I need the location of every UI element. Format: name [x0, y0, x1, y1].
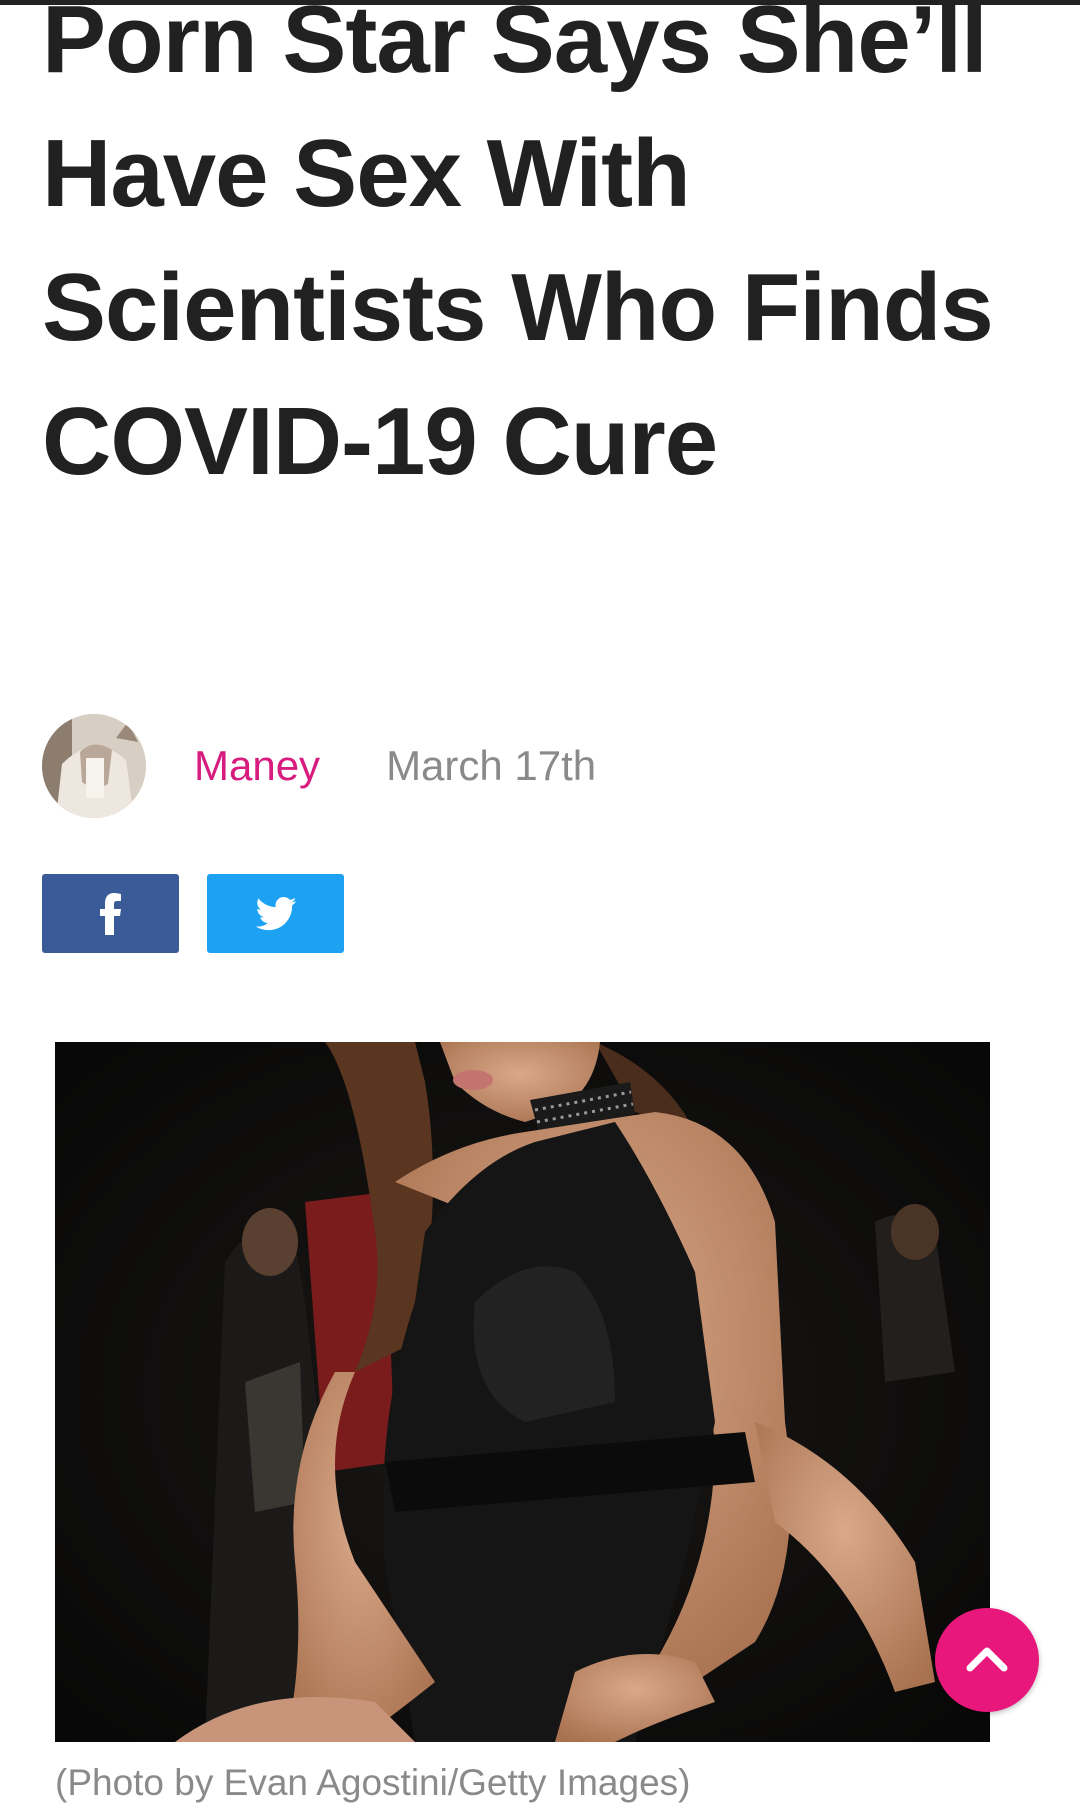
publish-date: March 17th	[386, 742, 597, 789]
photo-caption: (Photo by Evan Agostini/Getty Images)	[55, 1762, 691, 1803]
twitter-icon	[255, 896, 297, 931]
author-name-link[interactable]: Maney	[194, 742, 320, 790]
article-headline: Porn Star Says She’ll Have Sex With Scie…	[42, 0, 994, 495]
article-byline: Maney March 17th	[42, 713, 942, 819]
author-avatar[interactable]	[42, 714, 146, 818]
twitter-share-button[interactable]	[207, 874, 344, 953]
facebook-icon	[99, 892, 122, 935]
chevron-up-icon	[965, 1643, 1009, 1678]
back-to-top-button[interactable]	[935, 1608, 1039, 1712]
facebook-share-button[interactable]	[42, 874, 179, 953]
article-photo	[55, 1042, 990, 1742]
